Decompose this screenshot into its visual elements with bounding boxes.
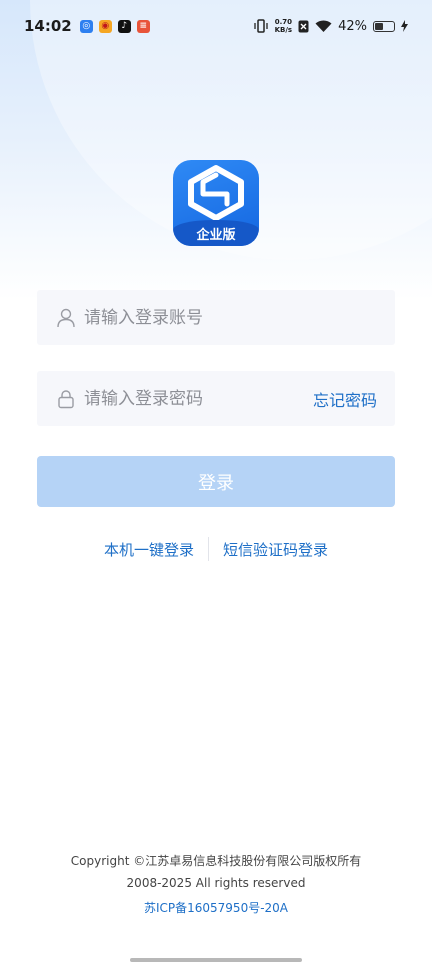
net-speed: 0.70 KB/s [275,18,292,34]
logo-badge: 企业版 [173,220,259,246]
rights-text: 2008-2025 All rights reserved [126,876,306,890]
alt-login-options: 本机一键登录 短信验证码登录 [0,535,432,563]
battery-percent: 42% [338,18,367,34]
status-bar-left: 14:02 ◎ ◉ ♪ ≡ [24,17,150,35]
news-icon: ≡ [136,19,150,33]
status-bar: 14:02 ◎ ◉ ♪ ≡ 0.70 KB/s 42% [0,0,432,52]
password-field[interactable]: 忘记密码 [37,371,395,426]
account-input[interactable] [84,307,377,328]
logo-emblem-icon [188,165,244,221]
status-time: 14:02 [24,17,72,35]
account-field[interactable] [37,290,395,345]
password-input[interactable] [84,388,313,409]
lock-icon [58,389,74,408]
app-logo: 企业版 [173,160,259,246]
charging-icon [401,20,408,32]
copyright-text: Copyright ©江苏卓易信息科技股份有限公司版权所有 [70,854,362,868]
battery-level [375,22,383,30]
vibrate-icon [253,19,268,33]
status-bar-right: 0.70 KB/s 42% [253,18,408,34]
one-click-login-link[interactable]: 本机一键登录 [90,539,208,560]
sms-login-link[interactable]: 短信验证码登录 [209,539,342,560]
app-notification-icon: ◎ [79,19,93,33]
net-speed-unit: KB/s [274,26,293,34]
forgot-password-link[interactable]: 忘记密码 [313,387,377,411]
battery-icon [373,20,395,32]
icp-link[interactable]: 苏ICP备16057950号-20A [0,899,432,916]
wifi-icon [315,19,332,32]
net-speed-value: 0.70 [274,18,292,26]
user-icon [57,308,75,327]
login-button[interactable]: 登录 [37,456,395,507]
tiktok-icon: ♪ [117,19,131,33]
weibo-icon: ◉ [98,19,112,33]
home-indicator[interactable] [130,958,302,962]
sim-off-icon [298,20,309,32]
